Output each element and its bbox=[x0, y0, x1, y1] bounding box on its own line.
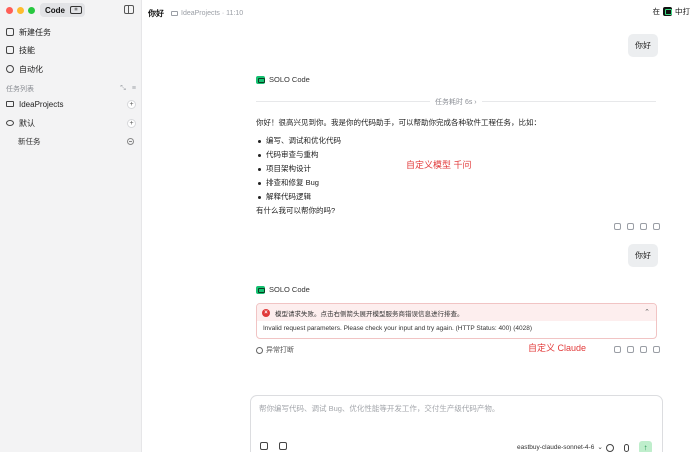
interrupt-icon bbox=[256, 346, 263, 354]
model-select[interactable]: eastbuy-claude-sonnet-4-6 ⌄ bbox=[517, 443, 603, 452]
agent-name: SOLO Code bbox=[269, 285, 310, 294]
sidebar-item-automation[interactable]: 自动化 bbox=[6, 62, 43, 76]
open-in-toolbar[interactable]: 在 中打 bbox=[653, 6, 690, 17]
terminal-icon: ⌘ bbox=[70, 6, 82, 14]
chevron-down-icon: ⌄ bbox=[597, 444, 603, 451]
error-title: 模型请求失败。点击右侧箭头展开模型服务商错误信息进行排查。 bbox=[275, 310, 464, 318]
remove-task-icon[interactable] bbox=[127, 138, 134, 145]
error-panel: × 模型请求失败。点击右侧箭头展开模型服务商错误信息进行排查。 ⌃ Invali… bbox=[256, 303, 657, 339]
chevron-up-icon[interactable]: ⌃ bbox=[644, 308, 650, 316]
close-window-button[interactable] bbox=[6, 7, 13, 14]
answer-intro: 你好！很高兴见到你。我是你的代码助手，可以帮助你完成各种软件工程任务，比如： bbox=[256, 118, 541, 127]
top-bar: 你好 IdeaProjects · 11:10 bbox=[142, 0, 690, 26]
user-message: 你好 bbox=[628, 244, 658, 267]
retry-icon[interactable] bbox=[653, 346, 660, 353]
folder-icon bbox=[171, 10, 178, 16]
sidebar-item-skills[interactable]: 技能 bbox=[6, 43, 35, 57]
abnormal-status: 异常打断 bbox=[256, 345, 294, 355]
add-task-button[interactable]: + bbox=[127, 99, 136, 109]
error-icon: × bbox=[262, 308, 270, 317]
collapse-icon[interactable]: ⤡ bbox=[120, 85, 126, 93]
filter-icon[interactable]: ≡ bbox=[132, 85, 136, 93]
copy-icon[interactable] bbox=[640, 346, 647, 353]
add-task-button[interactable]: + bbox=[127, 118, 136, 128]
composer: eastbuy-claude-sonnet-4-6 ⌄ ↑ bbox=[250, 395, 663, 452]
thumbs-up-icon[interactable] bbox=[614, 223, 621, 230]
agent-name: SOLO Code bbox=[269, 75, 310, 84]
sidebar-toggle-icon[interactable] bbox=[124, 5, 134, 14]
task-list-header: 任务列表 ⤡ ≡ bbox=[6, 84, 136, 94]
abnormal-label: 异常打断 bbox=[266, 347, 294, 354]
window-controls bbox=[6, 7, 35, 14]
breadcrumb[interactable]: IdeaProjects · 11:10 bbox=[171, 10, 243, 17]
list-item: 排查和修复 Bug bbox=[256, 176, 636, 190]
mode-switch[interactable]: Code ⌘ bbox=[40, 3, 85, 17]
thumbs-down-icon[interactable] bbox=[627, 223, 634, 230]
microphone-icon[interactable] bbox=[624, 443, 629, 452]
automation-icon bbox=[6, 65, 14, 73]
thumbs-up-icon[interactable] bbox=[614, 346, 621, 353]
sidebar-item-label: 新建任务 bbox=[19, 27, 51, 37]
image-icon[interactable] bbox=[279, 442, 287, 450]
agent-header: SOLO Code bbox=[256, 75, 310, 84]
solo-logo-icon bbox=[256, 75, 265, 84]
user-message: 你好 bbox=[628, 34, 658, 57]
mode-label: Code bbox=[45, 5, 65, 15]
task-label: 新任务 bbox=[18, 137, 41, 146]
list-item: 编写、调试和优化代码 bbox=[256, 134, 636, 148]
annotation-note: 自定义 Claude bbox=[528, 343, 587, 353]
message-actions bbox=[614, 223, 660, 230]
cloud-icon bbox=[6, 120, 14, 126]
retry-icon[interactable] bbox=[653, 223, 660, 230]
breadcrumb-text: IdeaProjects · 11:10 bbox=[181, 9, 244, 17]
new-task-icon bbox=[6, 28, 14, 36]
model-name: eastbuy-claude-sonnet-4-6 bbox=[517, 443, 595, 451]
folder-icon bbox=[6, 101, 14, 107]
settings-icon[interactable] bbox=[606, 443, 614, 452]
copy-icon[interactable] bbox=[640, 223, 647, 230]
send-button[interactable]: ↑ bbox=[639, 441, 652, 452]
project-label: 默认 bbox=[19, 118, 35, 128]
thumbs-down-icon[interactable] bbox=[627, 346, 634, 353]
minimize-window-button[interactable] bbox=[17, 7, 24, 14]
message-actions bbox=[614, 346, 660, 353]
error-header[interactable]: × 模型请求失败。点击右侧箭头展开模型服务商错误信息进行排查。 ⌃ bbox=[257, 304, 656, 321]
sidebar-item-label: 技能 bbox=[19, 45, 35, 55]
sidebar: Code ⌘ 新建任务 技能 自动化 任务列表 ⤡ ≡ IdeaProjects… bbox=[0, 0, 142, 452]
answer-outro: 有什么我可以帮你的吗? bbox=[256, 206, 336, 215]
edit-icon[interactable] bbox=[260, 442, 268, 450]
solo-logo-icon bbox=[256, 285, 265, 294]
task-duration[interactable]: 任务耗时 6s › bbox=[430, 97, 482, 107]
open-in-label: 在 bbox=[652, 7, 661, 16]
error-detail: Invalid request parameters. Please check… bbox=[263, 325, 533, 332]
terminal-app-icon bbox=[663, 7, 672, 16]
annotation-note: 自定义模型 千问 bbox=[406, 160, 472, 170]
page-title: 你好 bbox=[148, 8, 164, 18]
project-item-ideaprojects[interactable]: IdeaProjects + bbox=[6, 97, 136, 111]
prompt-input[interactable] bbox=[259, 403, 649, 417]
task-item[interactable]: 新任务 bbox=[18, 136, 134, 147]
open-in-label-2: 中打 bbox=[675, 7, 690, 16]
section-label: 任务列表 bbox=[6, 86, 34, 93]
list-item: 解释代码逻辑 bbox=[256, 190, 636, 204]
skills-icon bbox=[6, 46, 14, 54]
sidebar-item-label: 自动化 bbox=[19, 64, 43, 74]
maximize-window-button[interactable] bbox=[28, 7, 35, 14]
agent-header: SOLO Code bbox=[256, 285, 310, 294]
project-item-default[interactable]: 默认 + bbox=[6, 116, 136, 130]
sidebar-item-new-task[interactable]: 新建任务 bbox=[6, 25, 51, 39]
project-label: IdeaProjects bbox=[19, 99, 64, 109]
